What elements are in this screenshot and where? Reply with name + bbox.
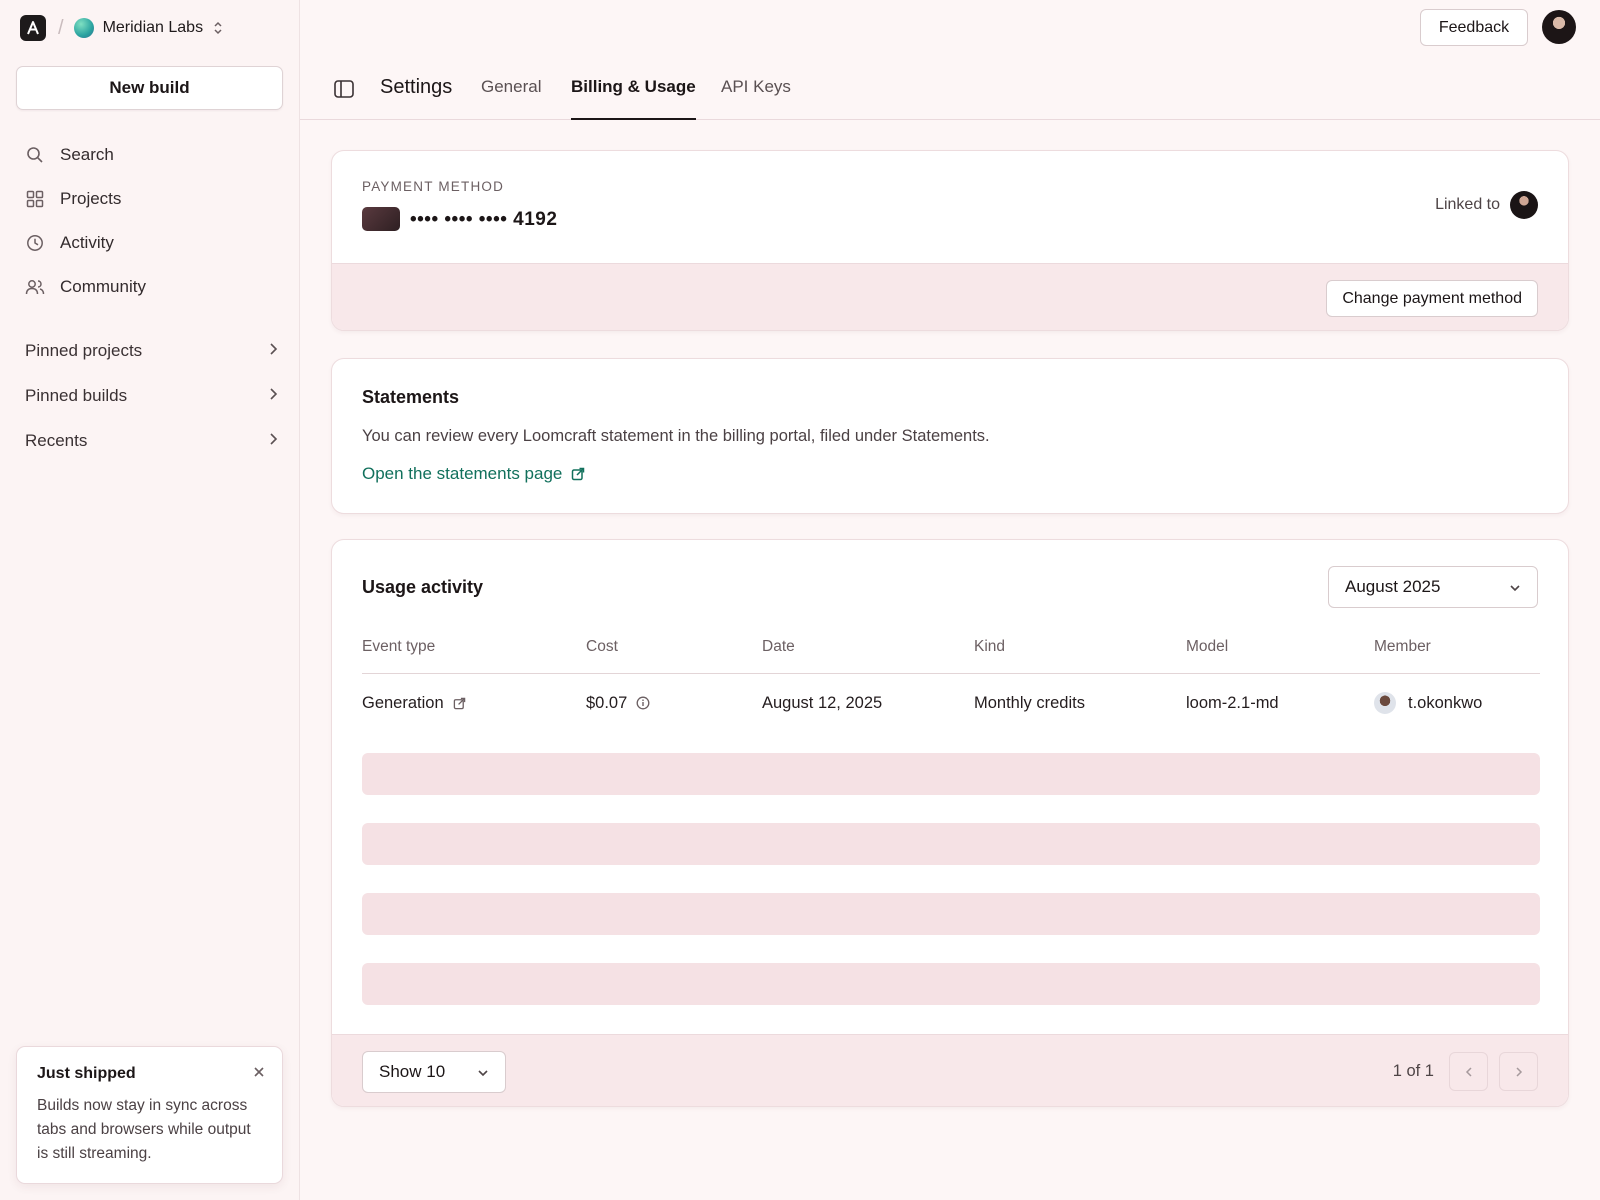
change-payment-method-button[interactable]: Change payment method — [1326, 280, 1538, 317]
sidebar-item-activity[interactable]: Activity — [16, 221, 284, 265]
payment-method-summary: PAYMENT METHOD •••• •••• •••• 4192 Linke… — [332, 151, 1568, 263]
user-avatar[interactable] — [1542, 10, 1576, 44]
member-value: t.okonkwo — [1408, 693, 1483, 712]
column-header-date[interactable]: Date — [762, 638, 974, 656]
cost-value: $0.07 — [586, 693, 628, 712]
sidebar-item-search[interactable]: Search — [16, 133, 284, 177]
column-header-model[interactable]: Model — [1186, 638, 1374, 656]
chevron-right-icon — [268, 341, 278, 361]
sidebar-toggle-icon[interactable] — [333, 78, 355, 100]
clock-icon — [25, 233, 45, 253]
model-cell: loom-2.1-md — [1186, 693, 1279, 712]
settings-tabs-bar: Settings General Billing & Usage API Key… — [300, 60, 1600, 120]
linked-user-avatar — [1510, 191, 1538, 219]
pinned-builds-toggle[interactable]: Pinned builds — [16, 373, 284, 418]
column-header-kind[interactable]: Kind — [974, 638, 1186, 656]
sidebar-item-label: Activity — [60, 233, 114, 252]
sidebar-item-community[interactable]: Community — [16, 265, 284, 309]
usage-activity-title: Usage activity — [362, 577, 484, 597]
statements-title: Statements — [362, 387, 460, 407]
chevron-down-icon — [477, 1062, 489, 1082]
pinned-projects-label: Pinned projects — [25, 340, 143, 360]
toast-title: Just shipped — [37, 1065, 136, 1082]
column-header-cost[interactable]: Cost — [586, 638, 762, 656]
table-header: Event type Cost Date Kind Model Member — [362, 638, 1540, 674]
sidebar-nav: Search Projects Activity Community — [16, 133, 284, 309]
recents-label: Recents — [25, 430, 88, 450]
chevron-right-icon — [1515, 1066, 1522, 1077]
external-link-icon[interactable] — [453, 697, 466, 710]
info-icon[interactable] — [636, 696, 650, 710]
next-page-button[interactable] — [1499, 1052, 1538, 1091]
sidebar: / Meridian Labs New build Search Project… — [0, 0, 300, 1200]
grid-icon — [25, 189, 45, 209]
chevron-up-down-icon[interactable] — [213, 21, 223, 35]
payment-method-card: PAYMENT METHOD •••• •••• •••• 4192 Linke… — [331, 150, 1569, 331]
page-size-value: Show 10 — [379, 1062, 446, 1081]
skeleton-row — [362, 753, 1540, 795]
external-link-icon — [571, 467, 585, 481]
new-build-button[interactable]: New build — [16, 66, 283, 110]
date-cell: August 12, 2025 — [762, 693, 883, 712]
pagination-info: 1 of 1 — [1392, 1062, 1434, 1080]
announcement-toast: Just shipped Builds now stay in sync acr… — [16, 1046, 283, 1184]
pinned-builds-label: Pinned builds — [25, 385, 128, 405]
pinned-projects-toggle[interactable]: Pinned projects — [16, 328, 284, 373]
tab-general[interactable]: General — [481, 77, 541, 120]
pinned-sections: Pinned projects Pinned builds Recents — [16, 328, 284, 463]
linked-account: Linked to — [1435, 191, 1538, 219]
event-type-value: Generation — [362, 693, 444, 712]
page-size-select[interactable]: Show 10 — [362, 1051, 506, 1093]
chevron-right-icon — [268, 386, 278, 406]
tab-api-keys[interactable]: API Keys — [721, 77, 791, 120]
month-select[interactable]: August 2025 — [1328, 566, 1538, 608]
app-logo[interactable] — [20, 15, 46, 41]
tab-billing-usage[interactable]: Billing & Usage — [571, 77, 696, 120]
toast-body: Builds now stay in sync across tabs and … — [37, 1097, 251, 1162]
sidebar-item-label: Projects — [60, 189, 122, 208]
open-statements-label: Open the statements page — [362, 464, 563, 483]
cost-cell: $0.07 — [586, 694, 762, 713]
chevron-left-icon — [1465, 1066, 1472, 1077]
sidebar-item-label: Community — [60, 277, 146, 296]
recents-toggle[interactable]: Recents — [16, 418, 284, 463]
skeleton-row — [362, 823, 1540, 865]
column-header-member[interactable]: Member — [1374, 638, 1540, 656]
member-avatar — [1374, 692, 1396, 714]
month-select-value: August 2025 — [1345, 577, 1441, 596]
chevron-down-icon — [1509, 577, 1521, 597]
skeleton-row — [362, 963, 1540, 1005]
skeleton-row — [362, 893, 1540, 935]
search-icon — [25, 145, 45, 165]
usage-activity-card: Usage activity August 2025 Event type Co… — [331, 539, 1569, 1107]
member-cell: t.okonkwo — [1374, 692, 1540, 714]
feedback-button[interactable]: Feedback — [1420, 9, 1528, 46]
kind-cell: Monthly credits — [974, 693, 1085, 712]
close-icon[interactable] — [250, 1063, 268, 1081]
table-footer: Show 10 1 of 1 — [332, 1034, 1568, 1106]
payment-method-heading: PAYMENT METHOD — [362, 179, 505, 194]
users-icon — [25, 277, 45, 297]
masked-card-number: •••• •••• •••• 4192 — [410, 209, 558, 230]
linked-label: Linked to — [1435, 196, 1500, 213]
org-switcher[interactable]: / Meridian Labs — [20, 14, 223, 42]
event-type-cell: Generation — [362, 694, 586, 713]
breadcrumb-separator: / — [58, 16, 64, 39]
column-header-event-type[interactable]: Event type — [362, 638, 586, 656]
org-avatar — [73, 18, 94, 38]
payment-actions: Change payment method — [332, 263, 1568, 330]
credit-card-icon — [362, 207, 400, 231]
previous-page-button[interactable] — [1449, 1052, 1488, 1091]
open-statements-link[interactable]: Open the statements page — [362, 464, 585, 484]
sidebar-item-label: Search — [60, 145, 114, 164]
statements-description: You can review every Loomcraft statement… — [362, 427, 990, 445]
statements-card: Statements You can review every Loomcraf… — [331, 358, 1569, 514]
org-name[interactable]: Meridian Labs — [103, 19, 204, 37]
table-row[interactable]: Generation $0.07 August 12, 2025 Monthly… — [362, 674, 1540, 732]
page-title: Settings — [380, 76, 453, 98]
usage-table: Event type Cost Date Kind Model Member G… — [362, 638, 1540, 732]
sidebar-item-projects[interactable]: Projects — [16, 177, 284, 221]
chevron-right-icon — [268, 431, 278, 451]
